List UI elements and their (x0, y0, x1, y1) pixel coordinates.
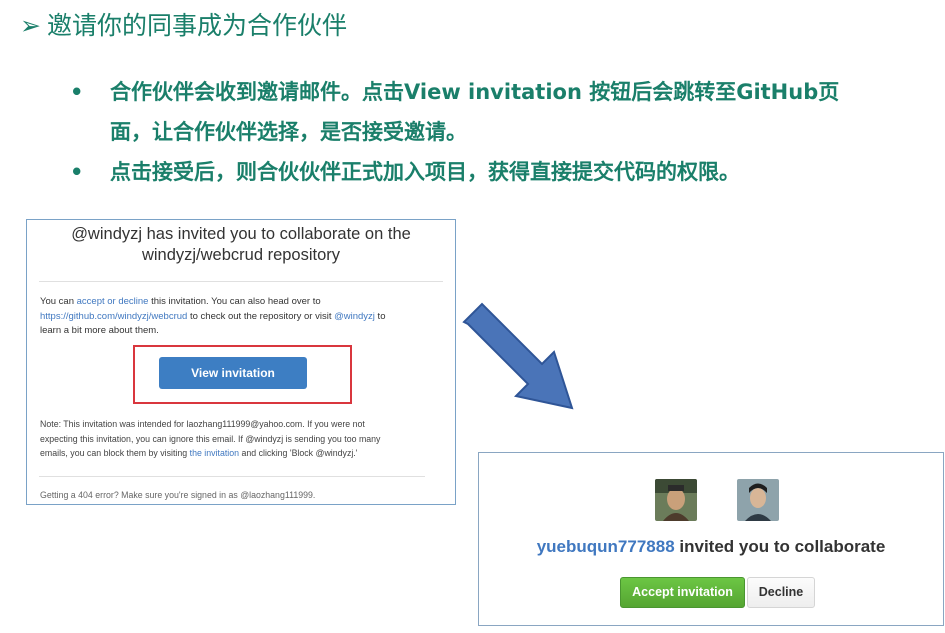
slide-title: ➢ 邀请你的同事成为合作伙伴 (20, 6, 347, 42)
invitation-email: @windyzj has invited you to collaborate … (26, 219, 456, 505)
email-heading: @windyzj has invited you to collaborate … (39, 220, 443, 282)
email-text: to (374, 310, 386, 322)
bullet-item: • 点击接受后，则合伙伙伴正式加入项目，获得直接提交代码的权限。 (60, 152, 930, 192)
note-text: expecting this invitation, you can ignor… (40, 433, 381, 444)
invitee-avatar (737, 479, 779, 521)
note-text: and clicking 'Block @windyzj.' (239, 448, 358, 458)
bullet-text: 点击接受后，则合伙伙伴正式加入项目，获得直接提交代码的权限。 (110, 160, 740, 184)
collaboration-invite-card: yuebuqun777888 invited you to collaborat… (478, 452, 944, 626)
email-footer: Getting a 404 error? Make sure you're si… (40, 490, 316, 500)
email-heading-line: windyzj/webcrud repository (141, 246, 341, 264)
email-note: Note: This invitation was intended for l… (40, 417, 440, 461)
arrow-bullet-icon: ➢ (20, 11, 41, 40)
accept-decline-link[interactable]: accept or decline (77, 296, 149, 307)
bullet-text: 合作伙伴会收到邀请邮件。点击View invitation 按钮后会跳转至Git… (110, 80, 840, 104)
note-text: Note: This invitation was intended for l… (40, 419, 365, 429)
view-invitation-button[interactable]: View invitation (159, 357, 307, 389)
inviter-username-link[interactable]: yuebuqun777888 (537, 537, 675, 556)
bullet-text: 面，让合作伙伴选择，是否接受邀请。 (110, 120, 467, 144)
decline-button[interactable]: Decline (747, 577, 815, 608)
arrow-down-right-icon (462, 302, 574, 410)
email-text: You can (40, 296, 77, 307)
invite-message-text: invited you to collaborate (674, 537, 886, 556)
repository-link[interactable]: https://github.com/windyzj/webcrud (40, 311, 187, 322)
email-body: You can accept or decline this invitatio… (27, 282, 455, 339)
user-profile-link[interactable]: @windyzj (334, 311, 375, 322)
slide-title-text: 邀请你的同事成为合作伙伴 (46, 11, 347, 40)
invitation-link[interactable]: the invitation (190, 448, 239, 458)
email-text: this invitation. You can also head over … (148, 296, 321, 307)
bullet-item: • 合作伙伴会收到邀请邮件。点击View invitation 按钮后会跳转至G… (60, 72, 930, 152)
email-text: learn a bit more about them. (40, 325, 159, 336)
bullet-dot-icon: • (70, 80, 84, 104)
email-text: to check out the repository or visit (187, 310, 335, 322)
bullet-dot-icon: • (70, 160, 84, 184)
bullet-list: • 合作伙伴会收到邀请邮件。点击View invitation 按钮后会跳转至G… (60, 72, 930, 192)
email-divider (39, 476, 425, 477)
inviter-avatar (655, 479, 697, 521)
email-heading-line: @windyzj has invited you to collaborate … (71, 225, 411, 243)
note-text: emails, you can block them by visiting (40, 448, 190, 458)
accept-invitation-button[interactable]: Accept invitation (620, 577, 745, 608)
invite-message: yuebuqun777888 invited you to collaborat… (479, 537, 943, 557)
